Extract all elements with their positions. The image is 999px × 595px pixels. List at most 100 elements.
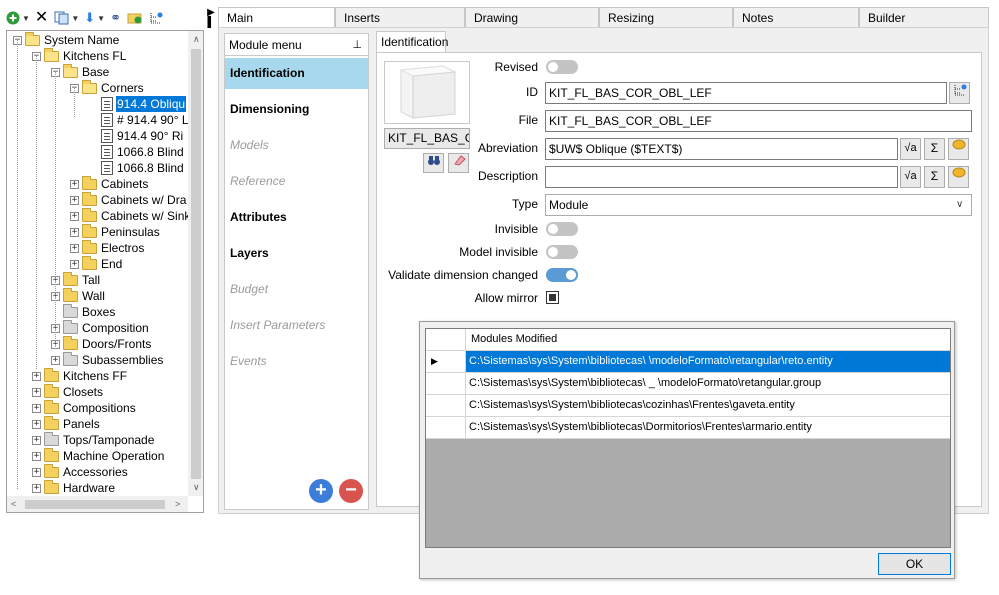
pin-icon[interactable]: ⊥ [352, 38, 362, 51]
row-pointer-icon[interactable]: ▶ [426, 351, 466, 373]
id-tool-icon[interactable] [949, 82, 970, 104]
path-cell[interactable]: C:\Sistemas\sys\System\bibliotecas\ \mod… [466, 351, 950, 373]
tree-node[interactable]: + Tall [51, 271, 101, 288]
chevron-down-icon[interactable]: ▼ [22, 14, 30, 23]
abreviation-field[interactable]: $UW$ Oblique ($TEXT$) [545, 138, 898, 160]
module-menu-item[interactable]: Layers [225, 238, 368, 269]
expand-icon[interactable]: + [70, 195, 79, 205]
expand-icon[interactable]: + [70, 211, 79, 221]
tree-node[interactable]: + Kitchens FF [32, 367, 128, 384]
tree-node[interactable]: 914.4 Obliqu [89, 96, 187, 112]
table-row[interactable]: C:\Sistemas\sys\System\bibliotecas\ _ \m… [426, 373, 950, 395]
copy-icon[interactable] [54, 8, 69, 28]
expand-icon[interactable]: + [70, 227, 79, 237]
invisible-toggle[interactable] [546, 222, 578, 236]
expand-icon[interactable]: + [32, 483, 41, 493]
module-menu-item[interactable]: Dimensioning [225, 94, 368, 125]
formula-icon[interactable]: √a [900, 166, 921, 188]
add-button[interactable]: + [309, 479, 333, 503]
path-cell[interactable]: C:\Sistemas\sys\System\bibliotecas\ _ \m… [466, 373, 950, 395]
expand-icon[interactable]: + [32, 467, 41, 477]
tree-node[interactable]: − Kitchens FL [32, 47, 127, 64]
expand-icon[interactable]: + [70, 243, 79, 253]
tree-node[interactable]: + Peninsulas [70, 223, 161, 240]
revised-toggle[interactable] [546, 60, 578, 74]
expand-icon[interactable]: + [32, 403, 41, 413]
table-row[interactable]: ▶ C:\Sistemas\sys\System\bibliotecas\ \mo… [426, 351, 950, 373]
tree-node[interactable]: + Machine Operation [32, 447, 165, 464]
remove-button[interactable]: − [339, 479, 363, 503]
expand-icon[interactable]: + [51, 355, 60, 365]
module-menu-item[interactable]: Budget [225, 274, 368, 305]
file-field[interactable]: KIT_FL_BAS_COR_OBL_LEF [545, 110, 972, 132]
tree-node[interactable]: + Cabinets w/ Dra [70, 191, 187, 208]
row-header[interactable] [426, 395, 466, 417]
module-menu-item[interactable]: Events [225, 346, 368, 377]
tree-node[interactable]: # 914.4 90° L [89, 112, 188, 128]
formula-icon[interactable]: √a [900, 138, 921, 160]
validate-dimension-toggle[interactable] [546, 268, 578, 282]
tree-node[interactable]: + Tops/Tamponade [32, 431, 155, 448]
expand-icon[interactable]: + [32, 371, 41, 381]
expand-icon[interactable]: + [32, 387, 41, 397]
model-invisible-toggle[interactable] [546, 245, 578, 259]
module-menu-item[interactable]: Identification [225, 58, 368, 89]
scroll-up-icon[interactable]: ∧ [193, 34, 200, 45]
tree-node[interactable]: 1066.8 Blind [89, 144, 185, 160]
type-select[interactable]: Module [545, 194, 972, 216]
id-field[interactable]: KIT_FL_BAS_COR_OBL_LEF [545, 82, 947, 104]
folder-refresh-icon[interactable] [127, 8, 143, 28]
tree-node[interactable]: − Corners [70, 79, 145, 96]
tab-drawing[interactable]: Drawing [465, 7, 599, 28]
tab-inserts[interactable]: Inserts [335, 7, 465, 28]
tree-node[interactable]: + Closets [32, 383, 104, 400]
scroll-left-icon[interactable]: < [11, 499, 16, 509]
comment-icon[interactable] [948, 138, 969, 160]
chevron-down-icon[interactable]: ∨ [956, 199, 963, 210]
tree-node[interactable]: + Electros [70, 239, 145, 256]
tree-node[interactable]: + Compositions [32, 399, 137, 416]
tree-node[interactable]: + Composition [51, 319, 150, 336]
sigma-icon[interactable]: Σ [924, 138, 945, 160]
tree-node[interactable]: + Cabinets [70, 175, 149, 192]
tree-node[interactable]: + Wall [51, 287, 106, 304]
tree-tool-icon[interactable] [149, 8, 163, 28]
ok-button[interactable]: OK [878, 553, 951, 575]
tree-node[interactable]: + Doors/Fronts [51, 335, 152, 352]
chevron-down-icon[interactable]: ▼ [71, 14, 79, 23]
tree-vertical-scroll-thumb[interactable] [191, 49, 201, 479]
chevron-down-icon[interactable]: ▼ [97, 14, 105, 23]
tree-node[interactable]: − System Name [13, 31, 120, 48]
path-cell[interactable]: C:\Sistemas\sys\System\bibliotecas\cozin… [466, 395, 950, 417]
sigma-icon[interactable]: Σ [924, 166, 945, 188]
tree-node[interactable]: + Cabinets w/ Sink [70, 207, 188, 224]
allow-mirror-checkbox[interactable] [546, 291, 559, 304]
expand-icon[interactable]: + [32, 435, 41, 445]
tree-node[interactable]: − Base [51, 63, 110, 80]
table-row[interactable]: C:\Sistemas\sys\System\bibliotecas\Dormi… [426, 417, 950, 439]
tree-node[interactable]: + End [70, 255, 123, 272]
tree-node[interactable]: + Panels [32, 415, 101, 432]
tree-node[interactable]: + Hardware [32, 479, 116, 496]
tree-node[interactable]: 914.4 90° Ri [89, 128, 184, 144]
tree-node[interactable]: + Subassemblies [51, 351, 164, 368]
tab-builder[interactable]: Builder [859, 7, 989, 28]
expand-icon[interactable]: + [32, 451, 41, 461]
tree-node[interactable]: + Accessories [32, 463, 129, 480]
module-menu-item[interactable]: Reference [225, 166, 368, 197]
row-header[interactable] [426, 417, 466, 439]
description-field[interactable] [545, 166, 898, 188]
tab-main[interactable]: Main [218, 7, 335, 28]
column-header-modules-modified[interactable]: Modules Modified [466, 329, 950, 351]
module-menu-item[interactable]: Attributes [225, 202, 368, 233]
tab-resizing[interactable]: Resizing [599, 7, 733, 28]
collapse-panel-icon[interactable]: ▶ ▌ [206, 8, 216, 28]
module-menu-item[interactable]: Insert Parameters [225, 310, 368, 341]
scroll-down-icon[interactable]: ∨ [193, 482, 200, 493]
expand-icon[interactable]: + [32, 419, 41, 429]
tab-identification[interactable]: Identification [376, 31, 448, 53]
expand-icon[interactable]: + [70, 259, 79, 269]
row-header[interactable] [426, 373, 466, 395]
tree-node[interactable]: Boxes [51, 303, 116, 320]
add-circle-icon[interactable] [6, 8, 20, 28]
